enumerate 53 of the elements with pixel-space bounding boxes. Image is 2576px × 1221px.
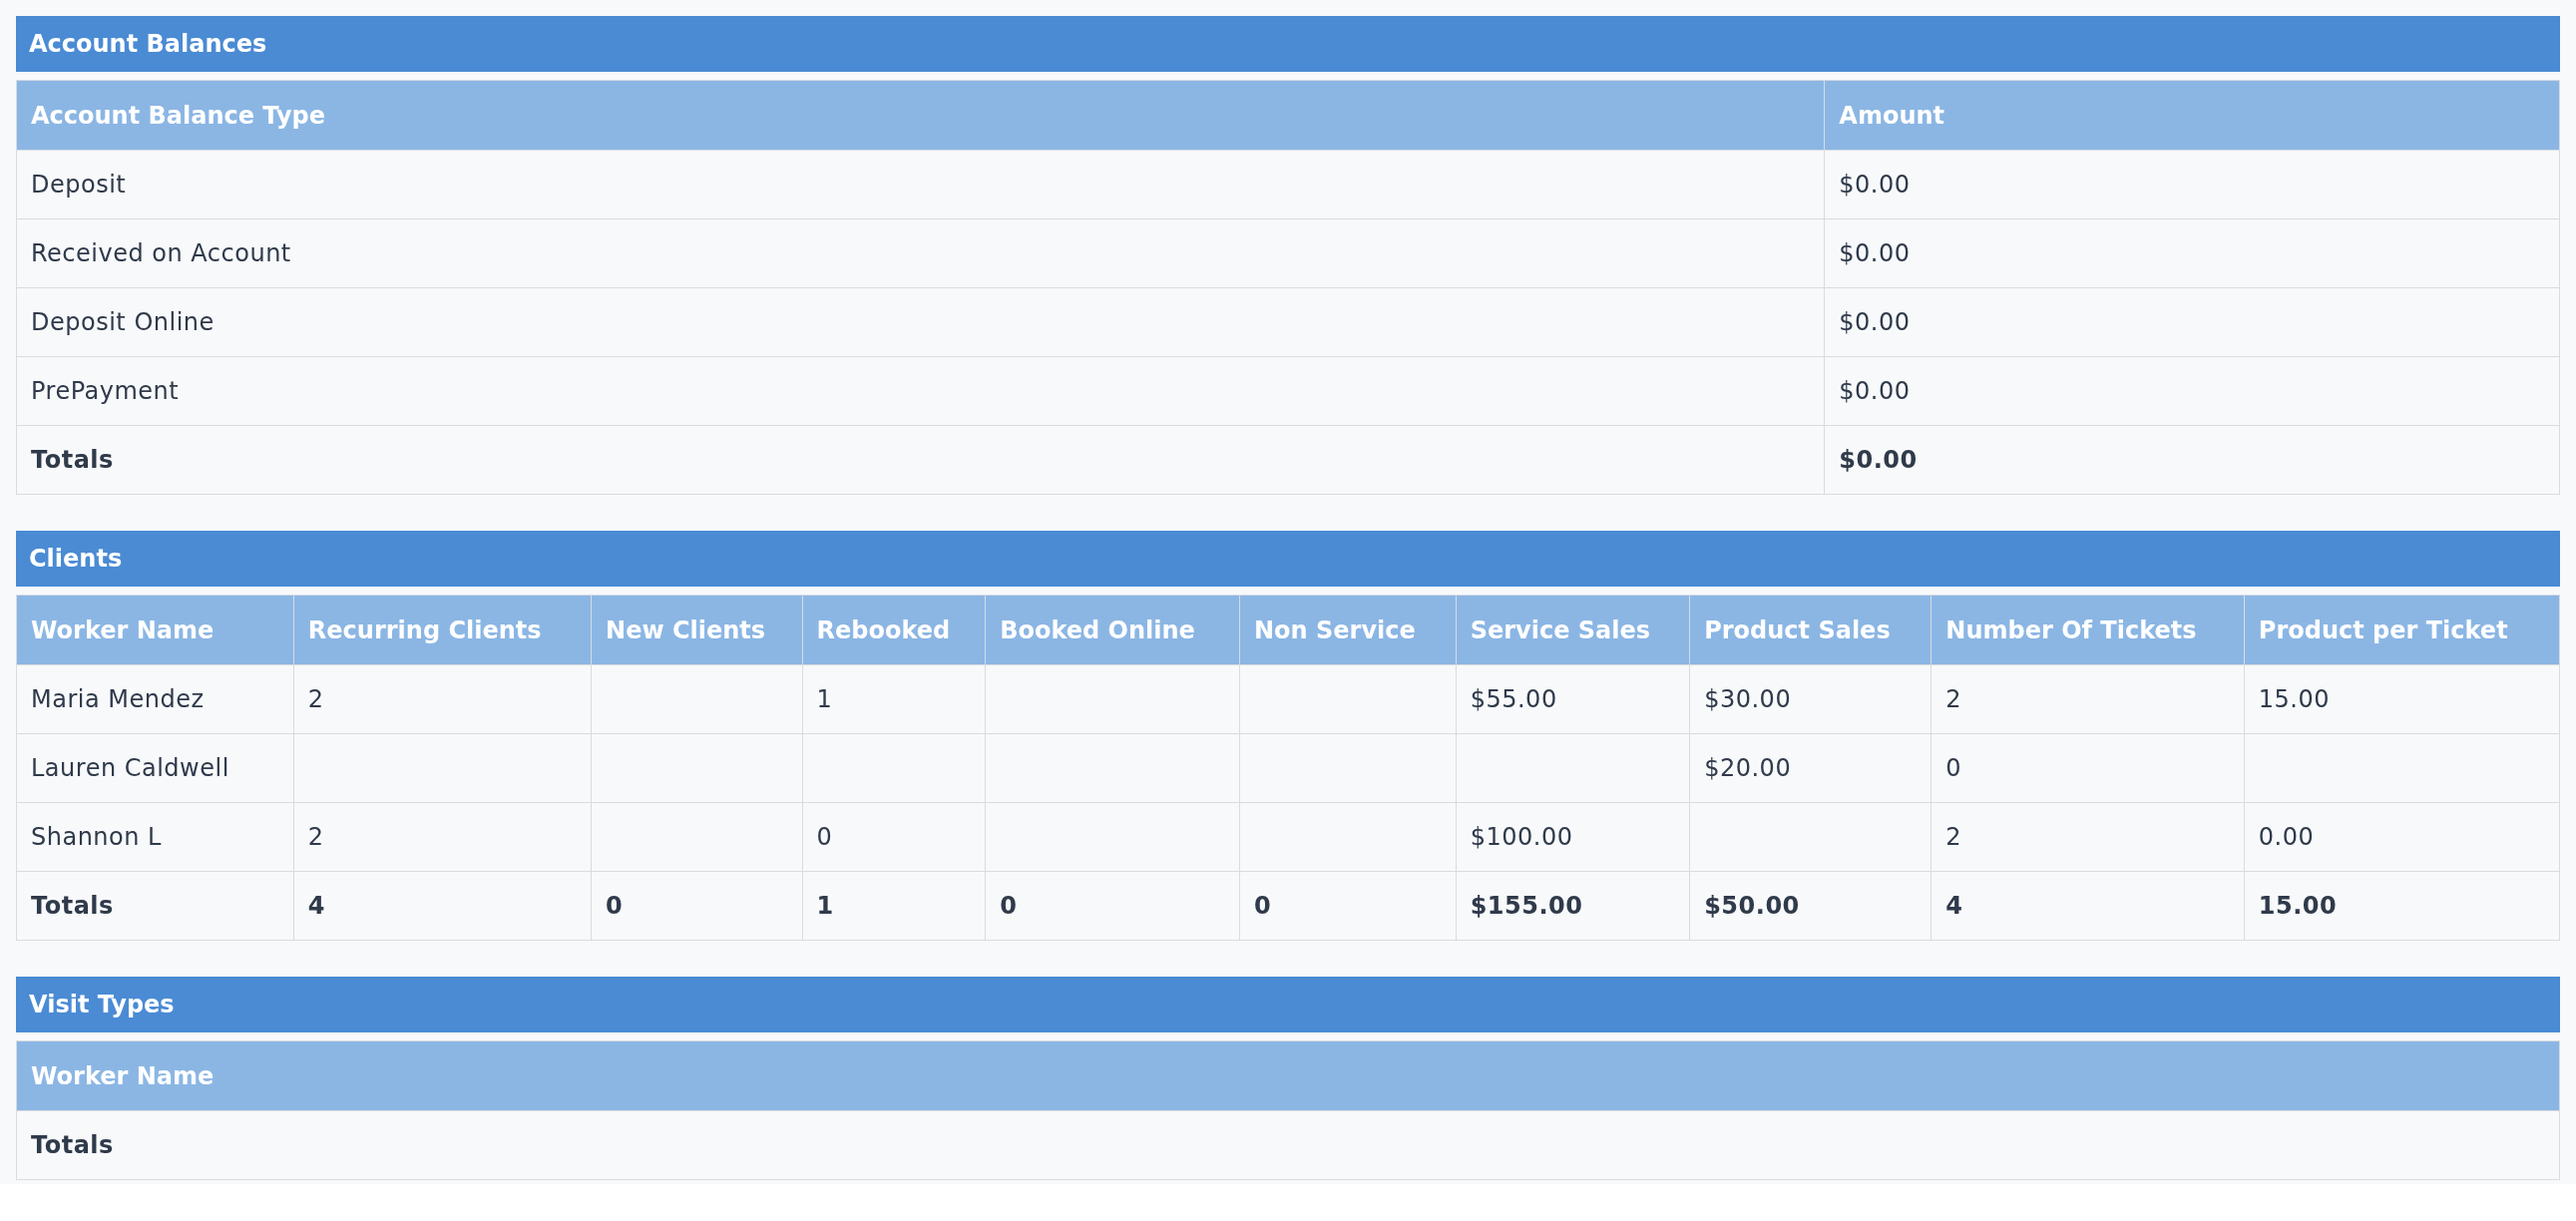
table-cell: 2 — [1931, 664, 2245, 734]
totals-cell: 1 — [802, 871, 986, 941]
table-cell: Shannon L — [16, 802, 294, 872]
column-header: Account Balance Type — [16, 80, 1825, 151]
section-title: Clients — [16, 531, 2560, 587]
table-cell: $20.00 — [1689, 733, 1932, 803]
column-header: Worker Name — [16, 595, 294, 665]
table-cell: $0.00 — [1824, 287, 2560, 357]
totals-cell: Totals — [16, 871, 294, 941]
column-header: Product per Ticket — [2244, 595, 2560, 665]
totals-cell: $155.00 — [1456, 871, 1690, 941]
totals-cell: $0.00 — [1824, 425, 2560, 495]
table-cell: 0.00 — [2244, 802, 2560, 872]
totals-cell: 4 — [1931, 871, 2245, 941]
column-header: Worker Name — [16, 1040, 2560, 1111]
table-cell: $0.00 — [1824, 218, 2560, 288]
column-header: Rebooked — [802, 595, 986, 665]
table-cell: $0.00 — [1824, 150, 2560, 219]
table-cell: 1 — [802, 664, 986, 734]
table-cell: Maria Mendez — [16, 664, 294, 734]
table-cell: PrePayment — [16, 356, 1825, 426]
table-cell: 2 — [293, 802, 592, 872]
totals-cell: 0 — [591, 871, 803, 941]
totals-cell: $50.00 — [1689, 871, 1932, 941]
table-cell: 0 — [802, 802, 986, 872]
table-cell: 0 — [1931, 733, 2245, 803]
column-header: Product Sales — [1689, 595, 1932, 665]
table-cell: $30.00 — [1689, 664, 1932, 734]
column-header: Amount — [1824, 80, 2560, 151]
table-cell: $100.00 — [1456, 802, 1690, 872]
table-cell: $55.00 — [1456, 664, 1690, 734]
totals-cell: Totals — [16, 1110, 2560, 1180]
totals-cell: 15.00 — [2244, 871, 2560, 941]
column-header: Recurring Clients — [293, 595, 592, 665]
table-cell: $0.00 — [1824, 356, 2560, 426]
totals-cell: 4 — [293, 871, 592, 941]
column-header: Number Of Tickets — [1931, 595, 2245, 665]
column-header: Booked Online — [985, 595, 1240, 665]
table-cell: Received on Account — [16, 218, 1825, 288]
table-cell: Deposit Online — [16, 287, 1825, 357]
table-cell: 2 — [293, 664, 592, 734]
column-header: Non Service — [1239, 595, 1457, 665]
table-cell: Deposit — [16, 150, 1825, 219]
totals-cell: 0 — [985, 871, 1240, 941]
section-title: Visit Types — [16, 977, 2560, 1032]
column-header: Service Sales — [1456, 595, 1690, 665]
table-cell: 2 — [1931, 802, 2245, 872]
section-title: Account Balances — [16, 16, 2560, 72]
totals-cell: 0 — [1239, 871, 1457, 941]
column-header: New Clients — [591, 595, 803, 665]
table-cell: Lauren Caldwell — [16, 733, 294, 803]
totals-cell: Totals — [16, 425, 1825, 495]
table-cell: 15.00 — [2244, 664, 2560, 734]
